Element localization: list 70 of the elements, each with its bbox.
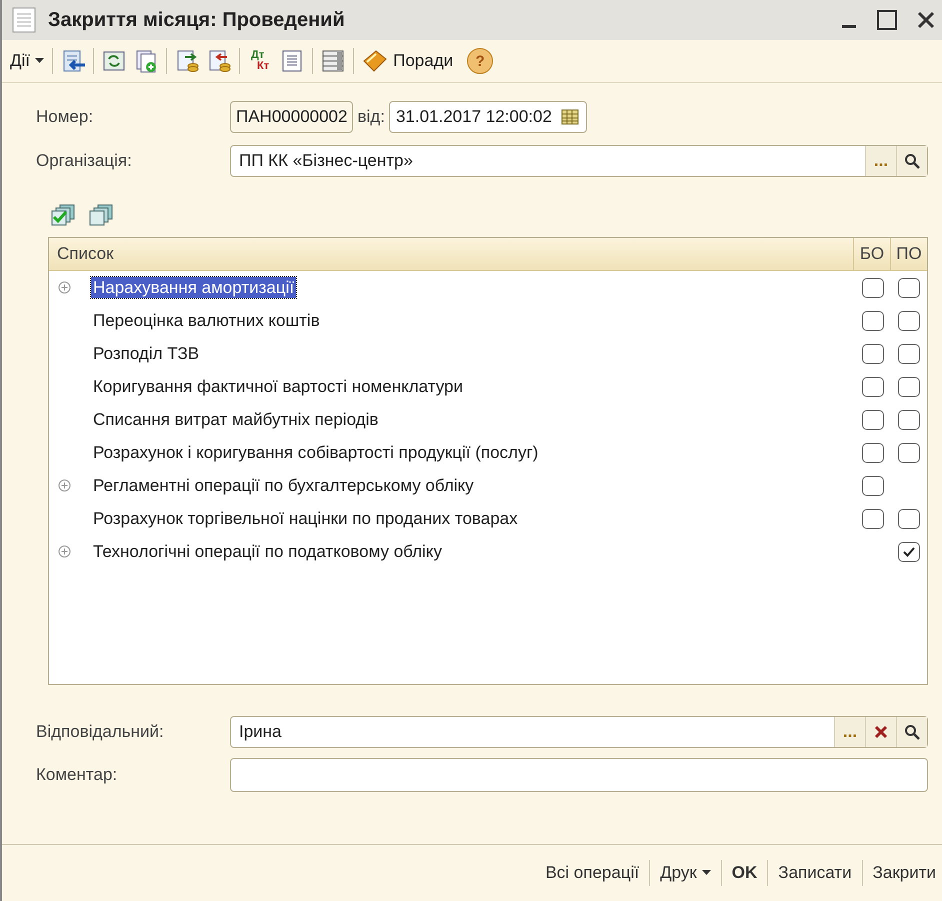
- copy-document-icon[interactable]: [134, 49, 158, 73]
- responsible-field[interactable]: Ірина ...: [230, 716, 928, 748]
- field-label: Відповідальний:: [36, 722, 165, 742]
- table-cell[interactable]: Розрахунок і коригування собівартості продукції (послуг): [91, 442, 540, 462]
- table-cell[interactable]: Коригування фактичної вартості номенклатури: [91, 376, 465, 396]
- list-document-icon[interactable]: [280, 49, 304, 73]
- checkbox[interactable]: [898, 508, 920, 528]
- checkbox[interactable]: [898, 376, 920, 396]
- number-field[interactable]: ПАН00000002: [230, 101, 354, 133]
- tips-button[interactable]: Поради: [362, 49, 454, 73]
- table-cell[interactable]: Нарахування амортизації: [91, 276, 296, 298]
- date-field[interactable]: 31.01.2017 12:00:02: [388, 101, 587, 133]
- document-coins-icon[interactable]: [207, 49, 232, 73]
- table-cell[interactable]: Розподіл ТЗВ: [91, 342, 202, 364]
- document-arrow-icon[interactable]: [61, 49, 86, 73]
- table-cell[interactable]: Списання витрат майбутніх періодів: [91, 408, 380, 430]
- field-label: Організація:: [36, 151, 133, 171]
- dialog-button[interactable]: Записати: [778, 863, 852, 883]
- debit-credit-icon[interactable]: Дт Кт: [251, 50, 270, 72]
- comment-field[interactable]: [230, 758, 928, 792]
- table-cell[interactable]: Регламентні операції по бухгалтерському обліку: [91, 474, 476, 496]
- tag-icon[interactable]: [362, 49, 388, 73]
- table-layout-icon[interactable]: [321, 49, 346, 73]
- column-header: Список: [56, 243, 115, 265]
- checkbox[interactable]: [898, 278, 920, 298]
- checkbox[interactable]: [862, 442, 884, 462]
- checkbox[interactable]: [898, 442, 920, 462]
- organization-field[interactable]: ПП КК «Бізнес-центр» ...: [230, 145, 928, 177]
- checkbox[interactable]: [898, 344, 920, 364]
- caret-icon[interactable]: [35, 58, 44, 64]
- expand-icon[interactable]: [58, 281, 71, 294]
- table-cell[interactable]: Розрахунок торгівельної націнки по проданих товарах: [91, 508, 520, 528]
- expand-icon[interactable]: [58, 545, 71, 558]
- field-label: Коментар:: [36, 765, 118, 785]
- expand-icon[interactable]: [58, 479, 71, 492]
- clear-icon[interactable]: [874, 725, 888, 739]
- checkbox[interactable]: [898, 310, 920, 330]
- column-header: ПО: [890, 238, 927, 270]
- dialog-button[interactable]: Всі операції: [545, 863, 640, 883]
- table-cell[interactable]: Переоцінка валютних коштів: [91, 310, 322, 330]
- dialog-button[interactable]: OK: [732, 863, 758, 883]
- caret-icon[interactable]: [702, 870, 711, 876]
- checkbox[interactable]: [862, 310, 884, 330]
- select-button[interactable]: ...: [865, 146, 896, 176]
- checkbox[interactable]: [862, 278, 884, 298]
- actions-menu[interactable]: Дії: [10, 51, 44, 71]
- maximize-icon[interactable]: [876, 9, 898, 31]
- column-header: БО: [853, 238, 890, 270]
- checkbox[interactable]: [862, 344, 884, 364]
- window-title: Закриття місяця: Проведений: [48, 8, 345, 32]
- checkbox[interactable]: [862, 476, 884, 496]
- dialog-button[interactable]: Закрити: [872, 863, 936, 883]
- document-coins-icon[interactable]: [175, 49, 200, 73]
- checkbox[interactable]: [898, 542, 920, 562]
- checkbox[interactable]: [862, 410, 884, 430]
- search-icon[interactable]: [904, 153, 920, 169]
- field-label: від:: [356, 107, 386, 127]
- checkbox[interactable]: [898, 410, 920, 430]
- checkbox[interactable]: [862, 508, 884, 528]
- refresh-icon[interactable]: [102, 49, 126, 73]
- check-icon: [903, 546, 915, 556]
- table-cell[interactable]: Технологічні операції по податковому обліку: [91, 540, 444, 562]
- select-button[interactable]: ...: [834, 717, 865, 747]
- close-icon[interactable]: [916, 10, 936, 30]
- calendar-icon[interactable]: [560, 108, 580, 126]
- search-icon[interactable]: [904, 724, 920, 740]
- checkbox[interactable]: [862, 376, 884, 396]
- document-icon: [12, 7, 36, 33]
- field-label: Номер:: [36, 107, 94, 127]
- dialog-button[interactable]: Друк: [660, 863, 711, 883]
